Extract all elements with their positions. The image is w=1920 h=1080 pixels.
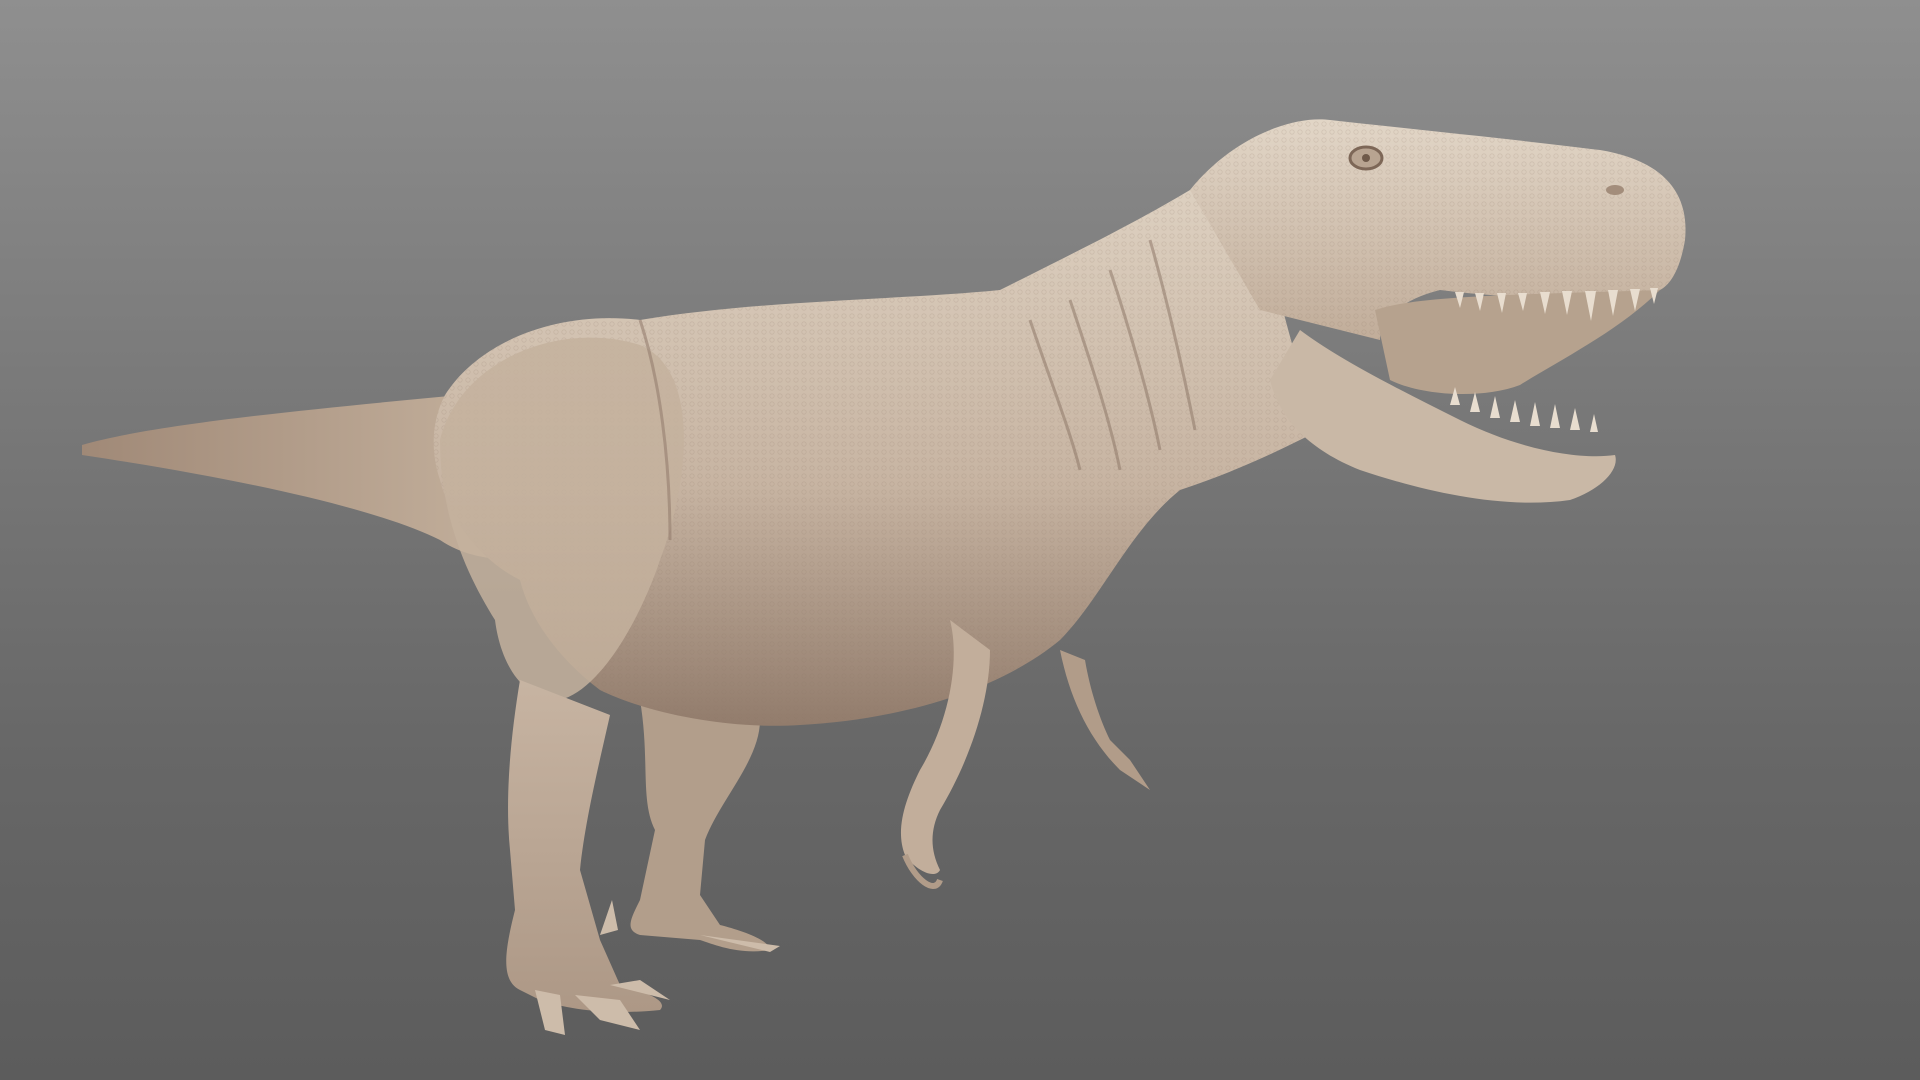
nostril <box>1606 185 1624 195</box>
sculpt-viewport[interactable] <box>0 0 1920 1080</box>
mouth-interior <box>1375 290 1660 395</box>
small-arm-far <box>1060 650 1150 790</box>
far-leg <box>600 700 780 952</box>
dinosaur-sculpt-model[interactable] <box>0 0 1920 1080</box>
